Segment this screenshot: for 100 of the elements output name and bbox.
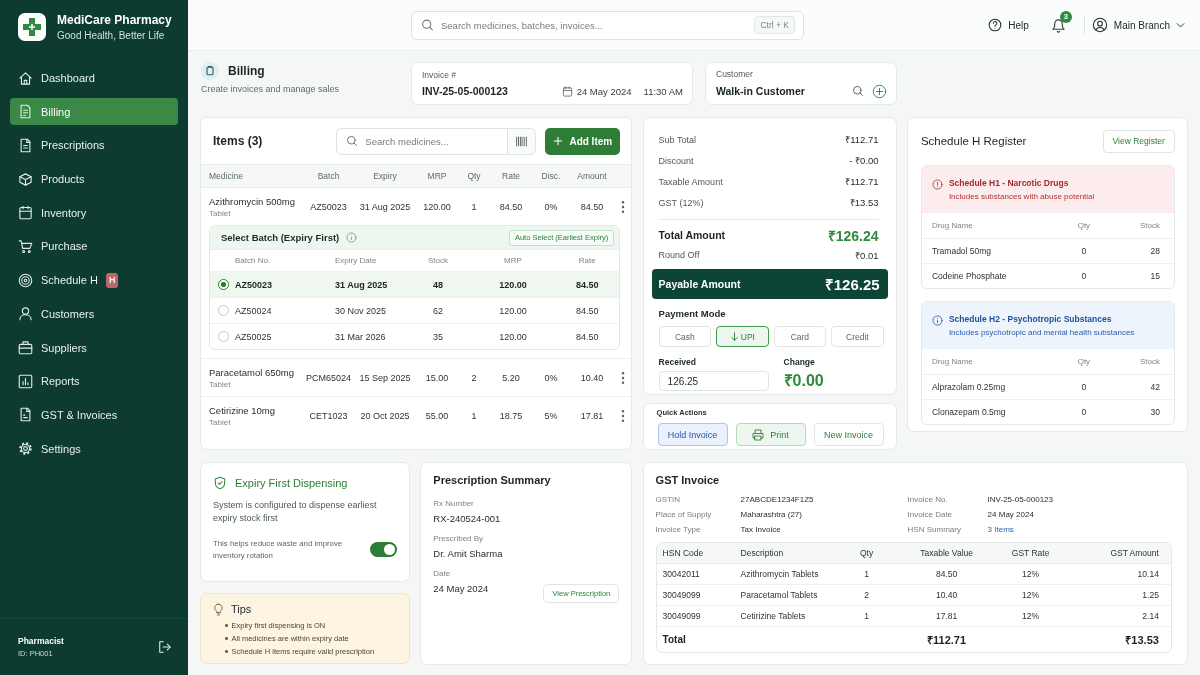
info-icon: [931, 314, 943, 326]
hold-invoice-button[interactable]: Hold Invoice: [657, 423, 728, 446]
total-amount: ₹126.24: [827, 226, 879, 245]
summary-label: GST (12%): [658, 197, 704, 208]
table-cell-text: 30 Nov 2025: [335, 305, 388, 316]
view-register-button[interactable]: View Register: [1102, 129, 1175, 153]
nav-item[interactable]: Schedule H H: [10, 266, 178, 294]
table-cell-text: 84.50: [574, 331, 600, 342]
detail-label: Invoice Type: [655, 525, 702, 534]
barcode-button[interactable]: [508, 127, 537, 155]
table-cell-text: Tramadol 50mg: [931, 246, 993, 256]
column-header: HSN Code: [662, 548, 705, 558]
nav-item[interactable]: Purchase: [10, 232, 178, 260]
bullet-icon: [225, 624, 228, 627]
plus-circle-icon[interactable]: [872, 83, 887, 99]
detail-value: 24 May 2024: [987, 510, 1035, 519]
radio-button[interactable]: [218, 331, 229, 342]
column-header: Qty: [466, 171, 482, 181]
help-icon: [988, 18, 1003, 32]
table-cell-text: 0: [1080, 407, 1088, 417]
brand-name: MediCare Pharmacy: [57, 13, 172, 27]
bullet-icon: [225, 650, 228, 653]
medicine-form: Tablet: [209, 379, 232, 389]
batch-row[interactable]: AZ50023 31 Aug 2025 48 120.00 84.50: [210, 271, 620, 297]
table-cell-text: 15: [1149, 271, 1160, 281]
nav-item[interactable]: Prescriptions: [10, 131, 178, 159]
tips-title: Tips: [231, 603, 252, 615]
table-cell-text: 120.00: [498, 279, 528, 290]
detail-label: Place of Supply: [655, 510, 713, 519]
nav-item[interactable]: Inventory: [10, 199, 178, 227]
table-cell-text: 2: [863, 590, 870, 600]
page-subtitle: Create invoices and manage sales: [201, 84, 341, 94]
medicine-name: Azithromycin 500mg: [209, 195, 297, 207]
bullet-icon: [225, 637, 228, 640]
column-header: Description: [740, 548, 785, 558]
add-item-button[interactable]: Add Item: [545, 127, 621, 155]
table-cell-text: 31 Aug 2025: [335, 279, 389, 290]
payment-option[interactable]: Cash: [658, 326, 712, 347]
table-cell-text: 31 Mar 2026: [335, 331, 387, 342]
nav-item[interactable]: Products: [10, 165, 178, 193]
table-cell-text: AZ50023: [235, 279, 274, 290]
batch-row[interactable]: AZ50024 30 Nov 2025 62 120.00 84.50: [210, 297, 620, 323]
table-cell-text: 120.00: [422, 201, 452, 212]
column-header: Amount: [576, 171, 608, 181]
expiry-title: Expiry First Dispensing: [235, 477, 348, 489]
table-cell-text: 28: [1149, 246, 1160, 256]
table-cell-text: 35: [432, 331, 444, 342]
lightbulb-icon: [212, 602, 225, 616]
table-cell-text: CET1023: [308, 410, 349, 421]
payment-option[interactable]: Credit: [831, 326, 884, 347]
more-icon[interactable]: [621, 200, 625, 213]
more-icon[interactable]: [621, 409, 625, 422]
branch-selector[interactable]: Main Branch: [1091, 17, 1185, 33]
nav-item[interactable]: Customers: [10, 300, 178, 328]
table-cell-text: 12%: [1021, 590, 1041, 600]
table-cell-text: 84.50: [574, 279, 600, 290]
bell-icon[interactable]: [1050, 17, 1066, 33]
nav-item[interactable]: Settings: [10, 435, 178, 463]
table-cell-text: 30042011: [662, 569, 701, 579]
field-label: Rx Number: [433, 499, 475, 509]
field-label: Customer: [716, 68, 754, 79]
table-cell-text: 0: [1080, 271, 1088, 281]
nav-item[interactable]: Reports: [10, 367, 178, 395]
total-value: ₹112.71: [926, 633, 968, 647]
column-header: Batch No.: [235, 256, 272, 265]
help-button[interactable]: Help: [988, 18, 1029, 32]
table-cell-text: 10.40: [934, 590, 959, 600]
table-cell-text: 17.81: [934, 611, 959, 621]
print-button[interactable]: Print: [735, 423, 806, 446]
search-field[interactable]: Search medicines...: [336, 127, 509, 155]
payment-option[interactable]: UPI: [716, 326, 769, 347]
barcode-icon: [515, 134, 529, 148]
nav-item[interactable]: Suppliers: [10, 334, 178, 361]
column-header: Disc.: [540, 171, 562, 181]
summary-link[interactable]: 3 Items: [987, 525, 1014, 534]
payable-amount: ₹126.25: [824, 275, 880, 294]
table-cell-text: 30049099: [662, 611, 702, 621]
new-invoice-button[interactable]: New Invoice: [813, 423, 884, 446]
logout-icon[interactable]: [158, 640, 172, 654]
more-icon[interactable]: [621, 371, 625, 384]
payment-option[interactable]: Card: [773, 326, 827, 347]
radio-button[interactable]: [218, 305, 229, 316]
nav-item[interactable]: GST & Invoices: [10, 401, 178, 429]
column-header: Drug Name: [931, 357, 974, 366]
table-cell-text: 0: [1080, 246, 1088, 256]
nav-item[interactable]: Billing: [10, 98, 178, 126]
column-header: Expiry: [372, 171, 398, 181]
nav-item[interactable]: Dashboard: [10, 64, 178, 92]
column-header: Stock: [1138, 357, 1160, 366]
table-cell-text: 20 Oct 2025: [359, 410, 411, 421]
table-cell-text: 84.50: [498, 201, 524, 212]
batch-row[interactable]: AZ50025 31 Mar 2026 35 120.00 84.50: [210, 323, 620, 349]
search-icon[interactable]: [852, 85, 864, 97]
received-field[interactable]: 126.25: [658, 371, 769, 391]
medicine-name: Cetirizine 10mg: [209, 404, 276, 416]
search-icon: [346, 135, 359, 147]
toggle-switch[interactable]: [370, 542, 397, 557]
summary-label: Taxable Amount: [658, 176, 723, 187]
radio-button[interactable]: [218, 279, 229, 290]
detail-value: Tax Invoice: [740, 525, 782, 534]
